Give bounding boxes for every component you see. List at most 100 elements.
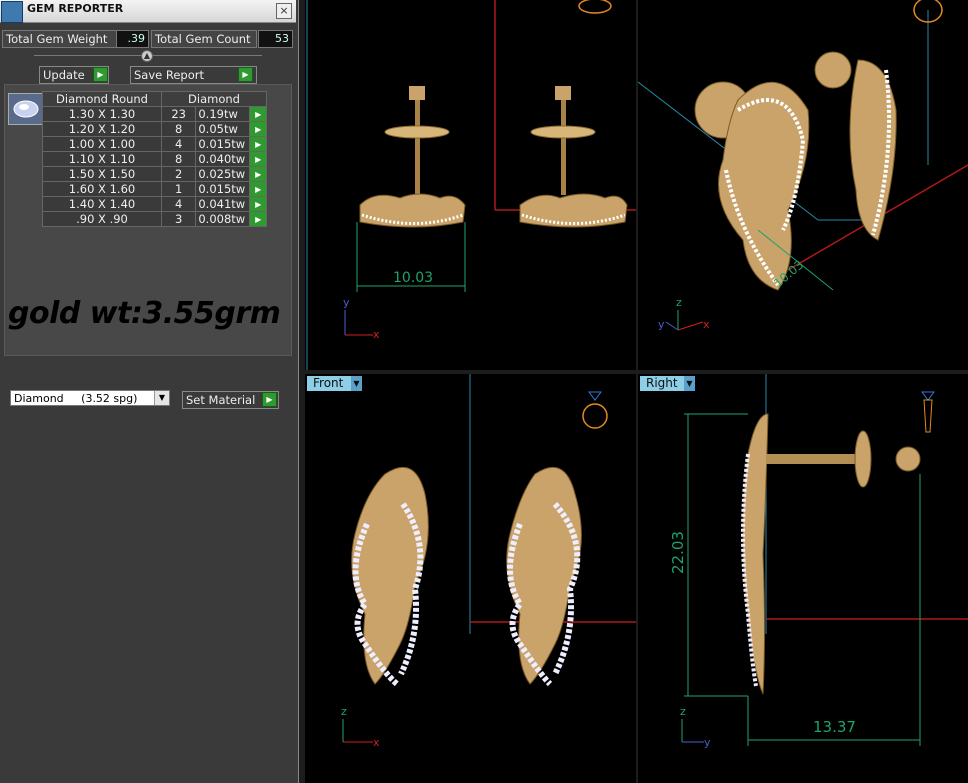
earring-left-side	[359, 86, 466, 228]
material-selected: Diamond (3.52 spg)	[14, 392, 138, 405]
collapse-toggle[interactable]: ▲	[141, 50, 153, 62]
axis-x-label: x	[373, 328, 380, 341]
total-gem-weight-value: .39	[116, 30, 149, 48]
gem-weight: 0.19tw	[195, 106, 251, 122]
diamond-round-icon	[8, 93, 43, 125]
axis-gizmo	[344, 310, 373, 336]
gem-count: 2	[160, 166, 197, 182]
earring-perspective-main	[694, 81, 810, 291]
table-row: .90 X .90 3 0.008tw ▶	[42, 211, 267, 227]
gem-weight: 0.05tw	[195, 121, 251, 137]
title-bar: GEM REPORTER ×	[0, 0, 296, 23]
ring-nav-icon[interactable]	[578, 0, 612, 14]
axis-y-label: y	[658, 318, 665, 331]
ring-front-icon[interactable]	[582, 391, 608, 429]
gem-count: 8	[160, 121, 197, 137]
set-material-go-icon[interactable]: ▶	[262, 392, 277, 407]
update-label: Update	[43, 68, 85, 82]
material-select[interactable]: Diamond (3.52 spg) ▼	[10, 390, 170, 406]
width-dimension-label: 13.37	[813, 718, 856, 736]
chevron-down-icon[interactable]: ▼	[684, 376, 695, 391]
total-gem-count-label: Total Gem Count	[151, 30, 257, 48]
earring-perspective-side	[814, 51, 897, 241]
viewport-right-label[interactable]: Right	[640, 376, 684, 391]
axis-z-label: z	[680, 705, 686, 718]
axis-y-label: y	[704, 736, 711, 749]
set-material-label: Set Material	[186, 393, 256, 407]
total-gem-count-value: 53	[258, 30, 293, 48]
update-go-icon[interactable]: ▶	[93, 67, 108, 82]
axis-x-label: x	[373, 736, 380, 749]
viewport-front[interactable]: z x Front ▼	[305, 374, 636, 783]
gem-weight: 0.008tw	[195, 211, 251, 227]
table-row: 1.30 X 1.30 23 0.19tw ▶	[42, 106, 267, 122]
table-row: 1.20 X 1.20 8 0.05tw ▶	[42, 121, 267, 137]
table-row: 1.40 X 1.40 4 0.041tw ▶	[42, 196, 267, 212]
gem-weight: 0.025tw	[195, 166, 251, 182]
gem-reporter-panel: GEM REPORTER × Total Gem Weight .39 Tota…	[0, 0, 299, 783]
height-dimension-label: 22.03	[669, 531, 687, 574]
gem-size: .90 X .90	[42, 211, 162, 227]
gem-count: 4	[160, 196, 197, 212]
gem-size: 1.20 X 1.20	[42, 121, 162, 137]
gem-size: 1.10 X 1.10	[42, 151, 162, 167]
total-gem-weight-label: Total Gem Weight	[2, 30, 117, 48]
table-row: 1.00 X 1.00 4 0.015tw ▶	[42, 136, 267, 152]
table-row: 1.10 X 1.10 8 0.040tw ▶	[42, 151, 267, 167]
close-button[interactable]: ×	[276, 3, 292, 19]
axis-z-label: z	[341, 705, 347, 718]
gem-weight: 0.015tw	[195, 136, 251, 152]
row-go-icon[interactable]: ▶	[249, 166, 267, 182]
gem-table: Diamond Round Diamond 1.30 X 1.30 23 0.19t…	[42, 91, 267, 227]
earring-right-profile	[741, 413, 921, 695]
gem-count: 1	[160, 181, 197, 197]
viewport-perspective[interactable]: 10.03 z y x	[638, 0, 968, 370]
row-go-icon[interactable]: ▶	[249, 121, 267, 137]
row-go-icon[interactable]: ▶	[249, 136, 267, 152]
table-row: 1.50 X 1.50 2 0.025tw ▶	[42, 166, 267, 182]
gem-size: 1.40 X 1.40	[42, 196, 162, 212]
right-view-canvas: 22.03 13.37 z y	[669, 374, 968, 749]
chevron-down-icon[interactable]: ▼	[154, 391, 169, 405]
header-shape: Diamond Round	[42, 91, 162, 107]
viewport-top[interactable]: 10.03 y x	[305, 0, 636, 370]
gem-size: 1.60 X 1.60	[42, 181, 162, 197]
viewport-right[interactable]: 22.03 13.37 z y Right ▼	[638, 374, 968, 783]
earring-side-icon[interactable]	[921, 391, 935, 433]
axis-z-label: z	[676, 296, 682, 309]
top-view-canvas: 10.03 y x	[306, 0, 636, 370]
earring-front-left	[351, 466, 429, 687]
gem-weight: 0.041tw	[195, 196, 251, 212]
row-go-icon[interactable]: ▶	[249, 106, 267, 122]
axis-gizmo	[681, 719, 704, 743]
row-go-icon[interactable]: ▶	[249, 196, 267, 212]
chevron-down-icon[interactable]: ▼	[351, 376, 362, 391]
gem-reporter-icon	[1, 1, 23, 23]
table-header-row: Diamond Round Diamond	[42, 91, 267, 107]
axis-gizmo	[342, 719, 373, 743]
gem-count: 3	[160, 211, 197, 227]
row-go-icon[interactable]: ▶	[249, 181, 267, 197]
gem-count: 8	[160, 151, 197, 167]
gem-count: 4	[160, 136, 197, 152]
dimension-label: 10.03	[393, 270, 433, 286]
table-row: 1.60 X 1.60 1 0.015tw ▶	[42, 181, 267, 197]
save-report-go-icon[interactable]: ▶	[238, 67, 253, 82]
axis-y-label: y	[343, 296, 350, 309]
gem-weight: 0.015tw	[195, 181, 251, 197]
row-go-icon[interactable]: ▶	[249, 151, 267, 167]
axis-gizmo	[665, 310, 704, 331]
gem-count: 23	[160, 106, 197, 122]
gem-size: 1.00 X 1.00	[42, 136, 162, 152]
window-title: GEM REPORTER	[27, 2, 124, 15]
gem-size: 1.30 X 1.30	[42, 106, 162, 122]
gold-weight-note: gold wt:3.55grm	[8, 296, 281, 331]
save-report-label: Save Report	[134, 68, 205, 82]
row-go-icon[interactable]: ▶	[249, 211, 267, 227]
viewport-front-label[interactable]: Front	[307, 376, 351, 391]
gem-weight: 0.040tw	[195, 151, 251, 167]
earring-right-side	[519, 86, 628, 228]
perspective-canvas: 10.03 z y x	[638, 0, 968, 331]
header-stone: Diamond	[161, 91, 267, 107]
gem-size: 1.50 X 1.50	[42, 166, 162, 182]
